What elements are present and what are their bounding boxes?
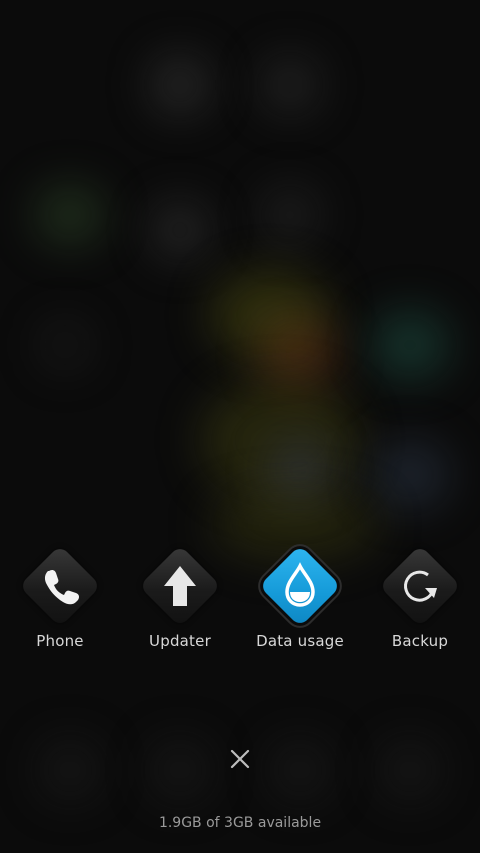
app-label: Data usage bbox=[256, 632, 344, 650]
app-label: Phone bbox=[36, 632, 84, 650]
recent-apps-screen: Phone Updater Data usage Backup 1.9GB of… bbox=[0, 0, 480, 853]
data-usage-app-icon[interactable] bbox=[258, 544, 342, 628]
recent-app-phone[interactable]: Phone bbox=[0, 540, 120, 660]
backup-app-icon[interactable] bbox=[378, 544, 462, 628]
recent-app-backup[interactable]: Backup bbox=[360, 540, 480, 660]
phone-icon bbox=[44, 569, 80, 605]
close-icon bbox=[230, 749, 250, 769]
clear-all-button[interactable] bbox=[224, 743, 256, 775]
phone-app-icon[interactable] bbox=[18, 544, 102, 628]
water-drop-icon bbox=[285, 562, 315, 607]
app-label: Updater bbox=[149, 632, 211, 650]
refresh-icon bbox=[404, 570, 437, 602]
blurred-home-background bbox=[0, 0, 480, 853]
recent-apps-row: Phone Updater Data usage Backup bbox=[0, 540, 480, 660]
up-arrow-icon bbox=[164, 566, 196, 606]
recent-app-data-usage[interactable]: Data usage bbox=[240, 540, 360, 660]
recent-app-updater[interactable]: Updater bbox=[120, 540, 240, 660]
memory-status-text: 1.9GB of 3GB available bbox=[158, 815, 322, 831]
updater-app-icon[interactable] bbox=[138, 544, 222, 628]
app-label: Backup bbox=[391, 632, 449, 650]
